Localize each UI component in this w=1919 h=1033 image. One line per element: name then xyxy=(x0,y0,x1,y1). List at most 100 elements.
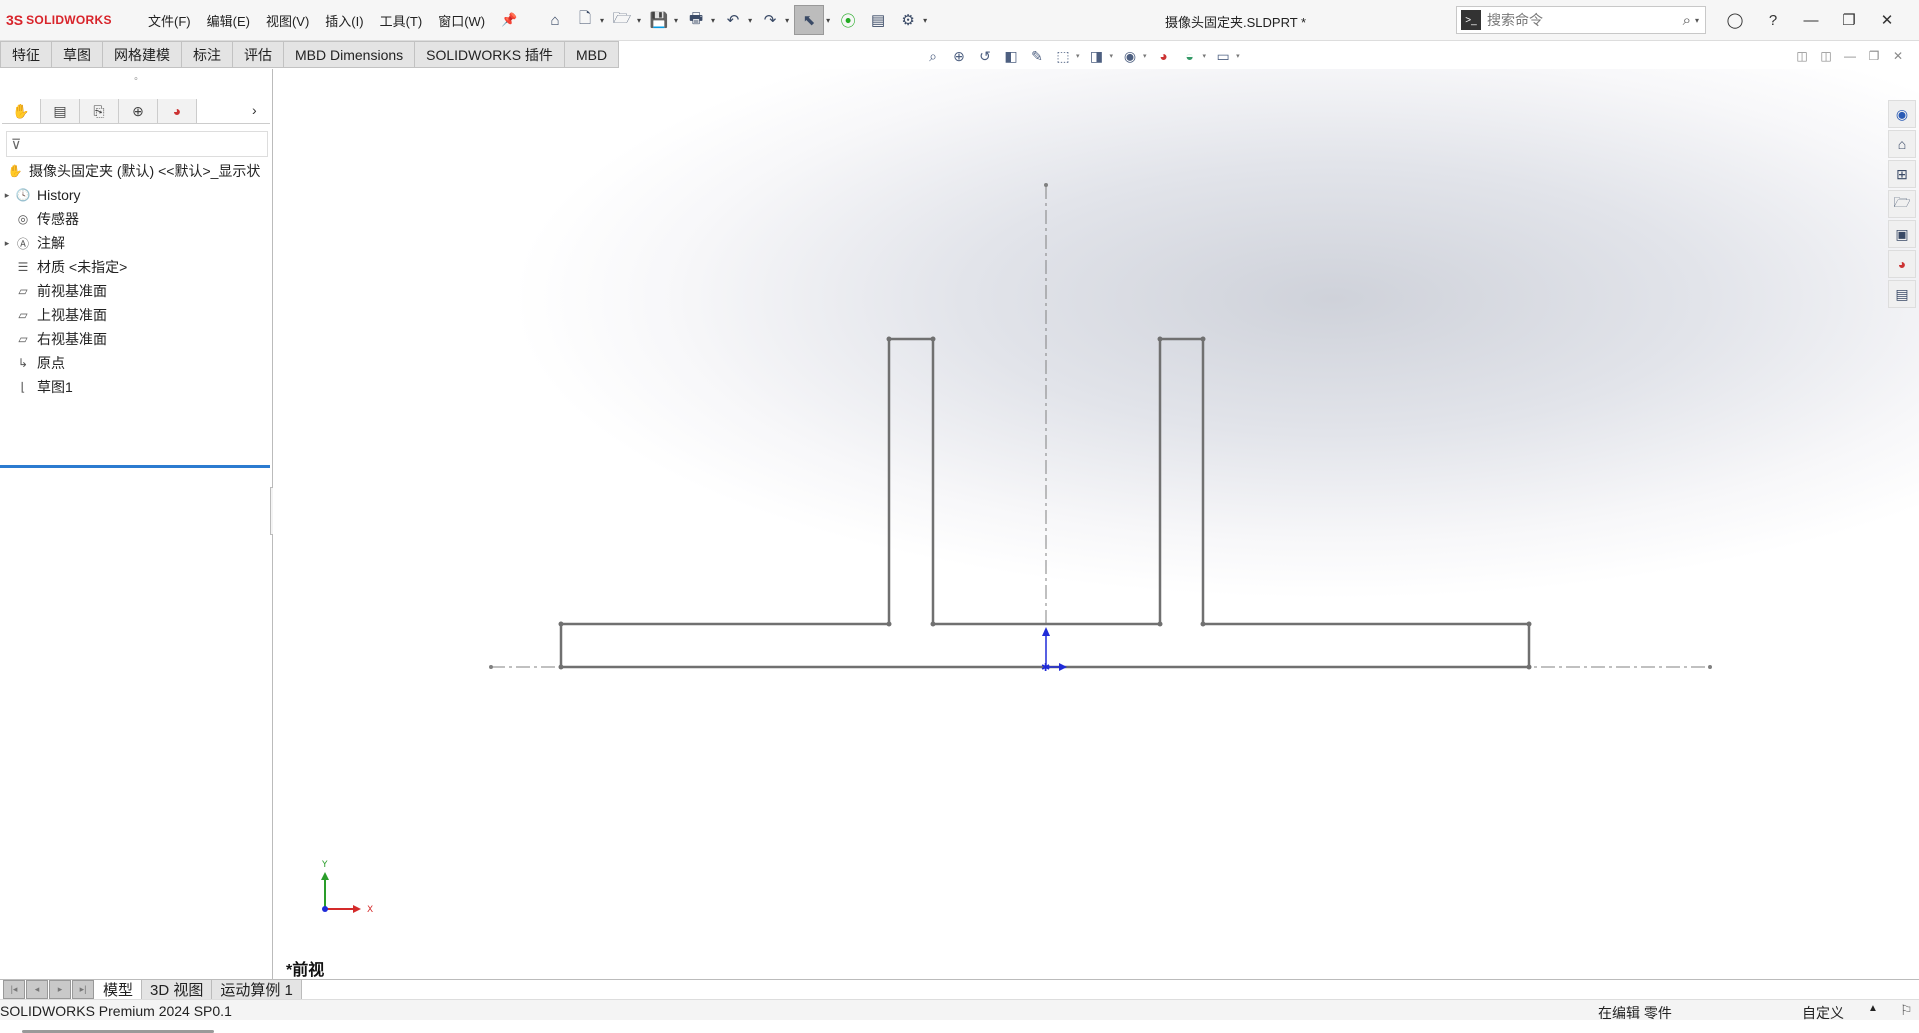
tree-item-annotations[interactable]: ▸ Ⓐ 注解 xyxy=(0,231,272,255)
view-orientation-dropdown-icon[interactable]: ▾ xyxy=(1076,52,1080,60)
help-icon[interactable]: ? xyxy=(1756,6,1790,34)
close-icon[interactable]: ✕ xyxy=(1870,6,1904,34)
menu-edit[interactable]: 编辑(E) xyxy=(207,11,250,30)
file-explorer-icon[interactable]: 🗁 xyxy=(1888,190,1916,218)
view-settings-icon[interactable]: ▭ xyxy=(1212,46,1234,66)
save-dropdown-icon[interactable]: ▾ xyxy=(674,16,678,25)
menu-window[interactable]: 窗口(W) xyxy=(438,11,485,30)
select-cursor-icon[interactable]: ⬉ xyxy=(794,5,825,35)
expand-arrow-icon[interactable]: ▸ xyxy=(0,238,14,249)
status-help-icon[interactable]: ⚐ xyxy=(1900,1002,1913,1019)
traffic-light-icon[interactable]: ⦿ xyxy=(835,7,861,33)
home-icon[interactable]: ⌂ xyxy=(1888,130,1916,158)
feature-manager-tab-icon[interactable]: ✋ xyxy=(2,99,41,123)
display-style-dropdown-icon[interactable]: ▾ xyxy=(1110,52,1114,60)
tab-mbd[interactable]: MBD xyxy=(564,41,620,68)
tab-markup[interactable]: 标注 xyxy=(182,41,233,68)
panel-grip[interactable]: ∘ xyxy=(0,73,272,87)
menu-view[interactable]: 视图(V) xyxy=(266,11,309,30)
tree-item-sketch1[interactable]: ⌊ 草图1 xyxy=(0,375,272,399)
new-document-icon[interactable]: 🗋 xyxy=(572,7,598,33)
tile-left-icon[interactable]: ◫ xyxy=(1790,48,1814,64)
viewport-restore-icon[interactable]: ❐ xyxy=(1862,48,1886,64)
view-orientation-icon[interactable]: ⬚ xyxy=(1052,46,1074,66)
solidworks-logo[interactable]: 3S SOLIDWORKS xyxy=(6,10,112,30)
design-library-icon[interactable]: ⊞ xyxy=(1888,160,1916,188)
menu-tools[interactable]: 工具(T) xyxy=(380,11,423,30)
restore-icon[interactable]: ❐ xyxy=(1832,6,1866,34)
tree-item-sensors[interactable]: ◎ 传感器 xyxy=(0,207,272,231)
zoom-to-area-icon[interactable]: ⊕ xyxy=(948,46,970,66)
previous-view-icon[interactable]: ↺ xyxy=(974,46,996,66)
prev-tab-icon[interactable]: ◂ xyxy=(26,980,48,999)
save-icon[interactable]: 💾 xyxy=(646,7,672,33)
tab-mbd-dimensions[interactable]: MBD Dimensions xyxy=(284,41,416,68)
configuration-manager-tab-icon[interactable]: ⎘ xyxy=(80,99,119,123)
panel-expand-arrow-icon[interactable]: › xyxy=(252,102,257,118)
edit-appearance-icon[interactable]: ◕ xyxy=(1153,46,1175,66)
first-tab-icon[interactable]: |◂ xyxy=(3,980,25,999)
display-manager-tab-icon[interactable]: ◕ xyxy=(158,99,197,123)
tree-item-front-plane[interactable]: ▱ 前视基准面 xyxy=(0,279,272,303)
view-settings-dropdown-icon[interactable]: ▾ xyxy=(1236,52,1240,60)
rollback-bar[interactable] xyxy=(0,465,270,468)
print-dropdown-icon[interactable]: ▾ xyxy=(711,16,715,25)
tab-evaluate[interactable]: 评估 xyxy=(233,41,284,68)
tree-item-history[interactable]: ▸ 🕓 History xyxy=(0,183,272,207)
tree-item-right-plane[interactable]: ▱ 右视基准面 xyxy=(0,327,272,351)
search-icon[interactable]: ⌕ xyxy=(1683,12,1691,29)
search-box[interactable]: >_ 搜索命令 ⌕ ▾ xyxy=(1456,6,1706,34)
options-gear-icon[interactable]: ⚙ xyxy=(895,7,921,33)
tree-item-material[interactable]: ☰ 材质 <未指定> xyxy=(0,255,272,279)
tab-3d-view[interactable]: 3D 视图 xyxy=(142,980,213,999)
open-dropdown-icon[interactable]: ▾ xyxy=(637,16,641,25)
print-icon[interactable]: 🖶 xyxy=(683,7,709,33)
tile-right-icon[interactable]: ◫ xyxy=(1814,48,1838,64)
search-dropdown-icon[interactable]: ▾ xyxy=(1695,16,1699,25)
redo-icon[interactable]: ↷ xyxy=(757,7,783,33)
graphics-area[interactable]: ✱ Y X xyxy=(273,69,1919,979)
apply-scene-icon[interactable]: ◒ xyxy=(1179,46,1201,66)
search-input[interactable]: 搜索命令 xyxy=(1487,10,1683,30)
undo-icon[interactable]: ↶ xyxy=(720,7,746,33)
last-tab-icon[interactable]: ▸| xyxy=(72,980,94,999)
pin-icon[interactable]: 📌 xyxy=(501,12,517,28)
tab-solidworks-addins[interactable]: SOLIDWORKS 插件 xyxy=(415,41,565,68)
tree-item-top-plane[interactable]: ▱ 上视基准面 xyxy=(0,303,272,327)
sketch-canvas[interactable]: ✱ Y X xyxy=(273,69,1919,979)
menu-insert[interactable]: 插入(I) xyxy=(325,11,363,30)
tree-item-origin[interactable]: ↳ 原点 xyxy=(0,351,272,375)
options-dropdown-icon[interactable]: ▾ xyxy=(923,16,927,25)
filter-icon[interactable]: ⊽ xyxy=(11,136,21,153)
menu-file[interactable]: 文件(F) xyxy=(148,11,191,30)
property-manager-tab-icon[interactable]: ▤ xyxy=(41,99,80,123)
zoom-to-fit-icon[interactable]: ⌕ xyxy=(922,46,944,66)
display-style-icon[interactable]: ◨ xyxy=(1086,46,1108,66)
account-icon[interactable]: ◯ xyxy=(1718,6,1752,34)
undo-dropdown-icon[interactable]: ▾ xyxy=(748,16,752,25)
expand-arrow-icon[interactable]: ▸ xyxy=(0,190,14,201)
section-view-icon[interactable]: ◧ xyxy=(1000,46,1022,66)
hide-show-items-icon[interactable]: ◉ xyxy=(1119,46,1141,66)
viewport-close-icon[interactable]: ✕ xyxy=(1886,48,1910,64)
new-dropdown-icon[interactable]: ▾ xyxy=(600,16,604,25)
appearances-icon[interactable]: ◕ xyxy=(1888,250,1916,278)
tab-mesh-modeling[interactable]: 网格建模 xyxy=(103,41,182,68)
viewport-minimize-icon[interactable]: — xyxy=(1838,48,1862,64)
solidworks-resources-icon[interactable]: ◉ xyxy=(1888,100,1916,128)
tree-filter[interactable]: ⊽ xyxy=(6,131,268,157)
tab-features[interactable]: 特征 xyxy=(0,41,52,68)
next-tab-icon[interactable]: ▸ xyxy=(49,980,71,999)
apply-scene-dropdown-icon[interactable]: ▾ xyxy=(1203,52,1207,60)
select-dropdown-icon[interactable]: ▾ xyxy=(826,16,830,25)
redo-dropdown-icon[interactable]: ▾ xyxy=(785,16,789,25)
file-properties-icon[interactable]: ▤ xyxy=(865,7,891,33)
tree-root[interactable]: ✋ 摄像头固定夹 (默认) <<默认>_显示状 xyxy=(0,159,272,183)
hide-show-dropdown-icon[interactable]: ▾ xyxy=(1143,52,1147,60)
minimize-icon[interactable]: — xyxy=(1794,6,1828,34)
unit-caret-icon[interactable]: ▲ xyxy=(1868,1003,1878,1014)
view-palette-icon[interactable]: ▣ xyxy=(1888,220,1916,248)
dimxpert-manager-tab-icon[interactable]: ⊕ xyxy=(119,99,158,123)
dynamic-annotation-icon[interactable]: ✎ xyxy=(1026,46,1048,66)
home-icon[interactable]: ⌂ xyxy=(542,7,568,33)
